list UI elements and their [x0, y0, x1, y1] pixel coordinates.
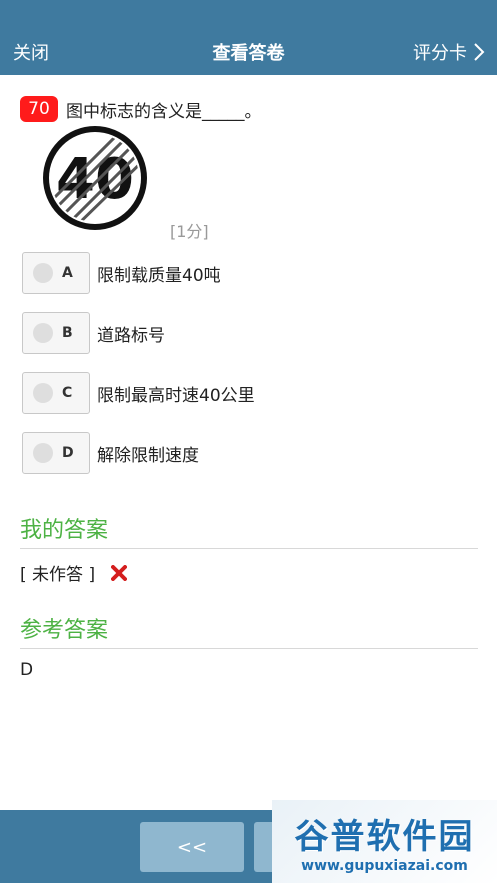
scorecard-button[interactable]: 评分卡	[413, 39, 485, 65]
option-a[interactable]: A 限制载质量40吨	[22, 252, 221, 294]
option-b[interactable]: B 道路标号	[22, 312, 165, 354]
option-b-selector[interactable]: B	[22, 312, 90, 354]
option-letter: A	[62, 265, 73, 281]
option-text: 限制最高时速40公里	[97, 385, 255, 406]
chevron-right-icon	[474, 43, 485, 61]
watermark-logo: 谷普软件园 www.gupuxiazai.com	[272, 800, 497, 883]
my-answer-title: 我的答案	[20, 518, 109, 543]
divider	[20, 648, 478, 649]
wrong-x-icon	[111, 564, 128, 581]
option-letter: D	[62, 445, 74, 461]
option-text: 限制载质量40吨	[97, 265, 221, 286]
scorecard-label: 评分卡	[413, 43, 467, 64]
prev-question-button[interactable]: <<	[140, 822, 244, 872]
option-c-selector[interactable]: C	[22, 372, 90, 414]
option-d-selector[interactable]: D	[22, 432, 90, 474]
radio-icon	[33, 383, 53, 403]
reference-answer-value: D	[20, 660, 34, 680]
option-text: 道路标号	[97, 325, 165, 346]
option-a-selector[interactable]: A	[22, 252, 90, 294]
end-speed-limit-sign-image: 40	[43, 126, 147, 230]
my-answer: [ 未作答 ]	[20, 560, 128, 585]
option-text: 解除限制速度	[97, 445, 199, 466]
question-text: 图中标志的含义是_____。	[66, 101, 262, 122]
question-score: [1分]	[170, 222, 209, 241]
option-c[interactable]: C 限制最高时速40公里	[22, 372, 255, 414]
reference-answer-title: 参考答案	[20, 618, 109, 643]
option-d[interactable]: D 解除限制速度	[22, 432, 199, 474]
top-bar: 关闭 查看答卷 评分卡	[0, 0, 497, 75]
question-number-badge: 70	[20, 96, 58, 122]
my-answer-value: [ 未作答 ]	[20, 565, 96, 585]
question-line: 70 图中标志的含义是_____。	[20, 96, 262, 122]
radio-icon	[33, 443, 53, 463]
radio-icon	[33, 263, 53, 283]
divider	[20, 548, 478, 549]
watermark-line1: 谷普软件园	[294, 817, 475, 857]
radio-icon	[33, 323, 53, 343]
watermark-line2: www.gupuxiazai.com	[301, 858, 468, 874]
option-letter: C	[62, 385, 73, 401]
option-letter: B	[62, 325, 73, 341]
